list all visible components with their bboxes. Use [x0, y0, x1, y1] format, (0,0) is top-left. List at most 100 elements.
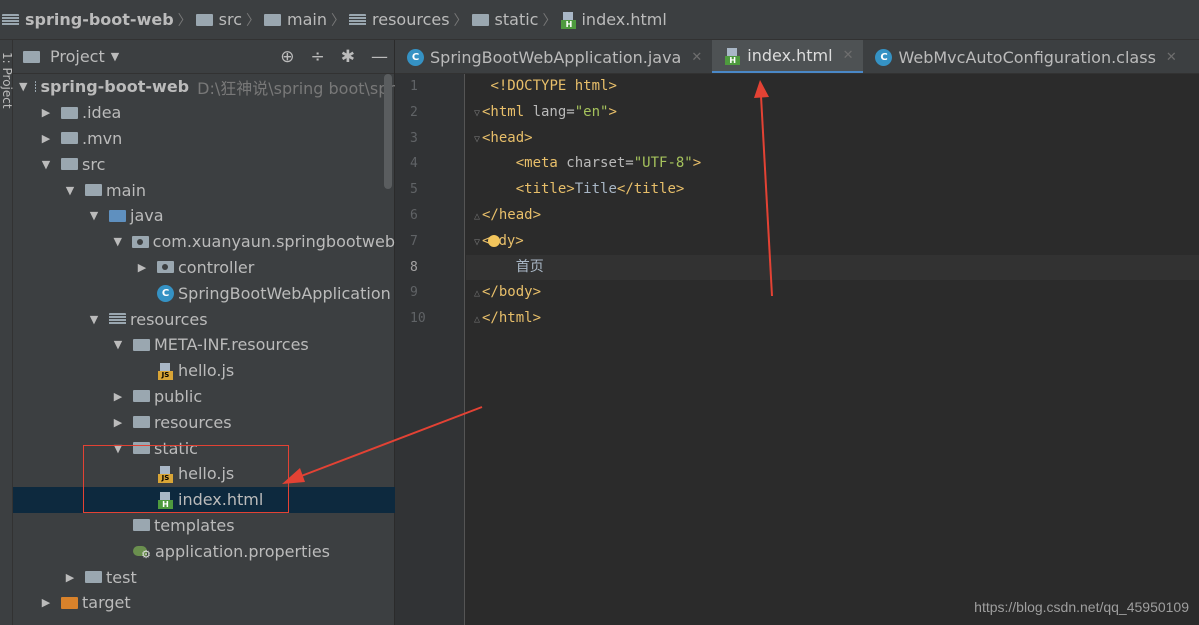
collapsed-arrow-icon[interactable]: ▶ — [135, 261, 149, 274]
fold-marker-icon[interactable]: ▽ — [474, 127, 482, 153]
folder-icon — [61, 106, 78, 119]
code-token: "UTF-8" — [633, 155, 693, 172]
tab-springbootwebapplication[interactable]: C SpringBootWebApplication.java ✕ — [395, 40, 712, 73]
collapse-icon[interactable]: ÷ — [311, 47, 325, 67]
spring-properties-icon — [133, 544, 151, 561]
breadcrumb-item-index-html[interactable]: index.html — [560, 10, 667, 29]
code-line-3: ▽ <head> — [466, 126, 1199, 152]
source-folder-icon — [109, 209, 126, 222]
fold-end-icon[interactable]: △ — [474, 204, 482, 230]
tab-webmvcautoconfiguration[interactable]: C WebMvcAutoConfiguration.class ✕ — [863, 40, 1186, 73]
folder-icon — [133, 390, 150, 403]
tree-item-resources[interactable]: ▼ resources — [13, 306, 395, 332]
fold-end-icon[interactable]: △ — [474, 307, 482, 333]
code-editor[interactable]: <!DOCTYPE html> ▽ <html lang="en"> ▽ <head… — [466, 74, 1199, 625]
project-tool-window-button[interactable]: 1: Project — [0, 52, 14, 109]
module-folder-icon — [2, 13, 19, 26]
fold-end-icon[interactable]: △ — [474, 281, 482, 307]
fold-marker-icon[interactable]: ▽ — [474, 230, 482, 256]
close-icon[interactable]: ✕ — [843, 48, 854, 63]
expanded-arrow-icon[interactable]: ▼ — [111, 235, 124, 248]
tree-item-templates[interactable]: templates — [13, 513, 395, 539]
tree-item-meta-inf-resources[interactable]: ▼ META-INF.resources — [13, 332, 395, 358]
tree-item-package[interactable]: ▼ com.xuanyaun.springbootweb — [13, 229, 395, 255]
code-token: <head> — [482, 129, 533, 146]
line-number-current: 8 — [410, 259, 418, 275]
tree-item-main[interactable]: ▼ main — [13, 177, 395, 203]
tree-item-java[interactable]: ▼ java — [13, 203, 395, 229]
expanded-arrow-icon[interactable]: ▼ — [111, 338, 125, 351]
code-token: 首页 — [515, 258, 544, 275]
tab-index-html[interactable]: index.html ✕ — [712, 40, 864, 73]
collapsed-arrow-icon[interactable]: ▶ — [111, 390, 125, 403]
line-number: 7 — [410, 233, 418, 249]
expanded-arrow-icon[interactable]: ▼ — [63, 184, 77, 197]
tree-item-application-properties[interactable]: application.properties — [13, 538, 395, 564]
expanded-arrow-icon[interactable]: ▼ — [19, 80, 27, 93]
minimize-icon[interactable]: — — [371, 47, 388, 67]
code-line-5: <title>Title</title> — [466, 177, 1199, 203]
tree-item-test[interactable]: ▶ test — [13, 564, 395, 590]
tree-item-resources-sub[interactable]: ▶ resources — [13, 409, 395, 435]
breadcrumb-label: spring-boot-web — [25, 10, 174, 29]
tree-item-application-class[interactable]: C SpringBootWebApplication — [13, 280, 395, 306]
collapsed-arrow-icon[interactable]: ▶ — [111, 416, 125, 429]
tree-item-src[interactable]: ▼ src — [13, 151, 395, 177]
globe-icon[interactable]: ⊕ — [280, 47, 294, 67]
collapsed-arrow-icon[interactable]: ▶ — [39, 132, 53, 145]
close-icon[interactable]: ✕ — [1166, 50, 1177, 65]
expanded-arrow-icon[interactable]: ▼ — [87, 209, 101, 222]
code-line-1: <!DOCTYPE html> — [466, 74, 1199, 100]
tree-item-hello-js-meta[interactable]: hello.js — [13, 358, 395, 384]
tree-item-label: spring-boot-web — [40, 77, 190, 97]
project-view-selector[interactable]: Project ▼ — [23, 47, 119, 66]
code-line-10: △ </html> — [466, 306, 1199, 332]
tree-item-idea[interactable]: ▶ .idea — [13, 100, 395, 126]
collapsed-arrow-icon[interactable]: ▶ — [39, 596, 53, 609]
navigation-breadcrumb: spring-boot-web 〉 src 〉 main 〉 resources… — [0, 0, 1199, 40]
tab-label: WebMvcAutoConfiguration.class — [898, 47, 1156, 67]
tree-item-label: resources — [154, 412, 232, 432]
breadcrumb-item-module[interactable]: spring-boot-web — [2, 10, 174, 29]
project-tree-scrollbar[interactable] — [384, 74, 392, 189]
fold-marker-icon[interactable]: ▽ — [474, 101, 482, 127]
breadcrumb-label: static — [494, 10, 539, 29]
tree-item-label: controller — [178, 257, 255, 277]
folder-icon — [85, 571, 102, 584]
close-icon[interactable]: ✕ — [691, 50, 702, 65]
tree-item-mvn[interactable]: ▶ .mvn — [13, 126, 395, 152]
code-token: <!DOCTYPE html> — [490, 78, 617, 94]
breadcrumb-item-resources[interactable]: resources — [349, 10, 450, 29]
collapsed-arrow-icon[interactable]: ▶ — [39, 106, 53, 119]
breadcrumb-item-static[interactable]: static — [471, 10, 539, 29]
editor-tab-bar: C SpringBootWebApplication.java ✕ index.… — [395, 40, 1199, 74]
tab-overflow[interactable]: C R — [1187, 40, 1199, 73]
expanded-arrow-icon[interactable]: ▼ — [39, 158, 53, 171]
tree-item-spring-boot-web[interactable]: ▼ spring-boot-web D:\狂神说\spring boot\spr — [13, 74, 395, 100]
chevron-right-icon: 〉 — [246, 12, 261, 29]
tree-item-public[interactable]: ▶ public — [13, 384, 395, 410]
html-file-icon — [560, 11, 577, 29]
collapsed-arrow-icon[interactable]: ▶ — [63, 571, 77, 584]
package-icon — [157, 261, 174, 274]
breadcrumb-item-main[interactable]: main — [264, 10, 327, 29]
project-panel-title: Project — [50, 47, 105, 66]
folder-icon — [264, 13, 282, 26]
chevron-right-icon: 〉 — [331, 12, 345, 29]
tree-item-controller[interactable]: ▶ controller — [13, 255, 395, 281]
gear-icon[interactable]: ✱ — [341, 47, 355, 67]
html-file-icon — [724, 47, 741, 65]
folder-icon — [61, 158, 78, 171]
tree-item-label: target — [82, 593, 131, 613]
project-icon — [23, 50, 40, 63]
tree-item-label: hello.js — [178, 361, 235, 381]
line-number: 10 — [410, 311, 426, 327]
code-line-8: 首页 — [466, 254, 1199, 281]
expanded-arrow-icon[interactable]: ▼ — [87, 313, 101, 326]
project-tree: ▼ spring-boot-web D:\狂神说\spring boot\spr… — [13, 74, 395, 616]
tool-window-gutter: 1: Project — [0, 40, 14, 625]
tree-item-target[interactable]: ▶ target — [13, 590, 395, 616]
breadcrumb-item-src[interactable]: src — [195, 10, 242, 29]
chevron-right-icon: 〉 — [542, 12, 557, 29]
line-number: 3 — [410, 130, 418, 146]
